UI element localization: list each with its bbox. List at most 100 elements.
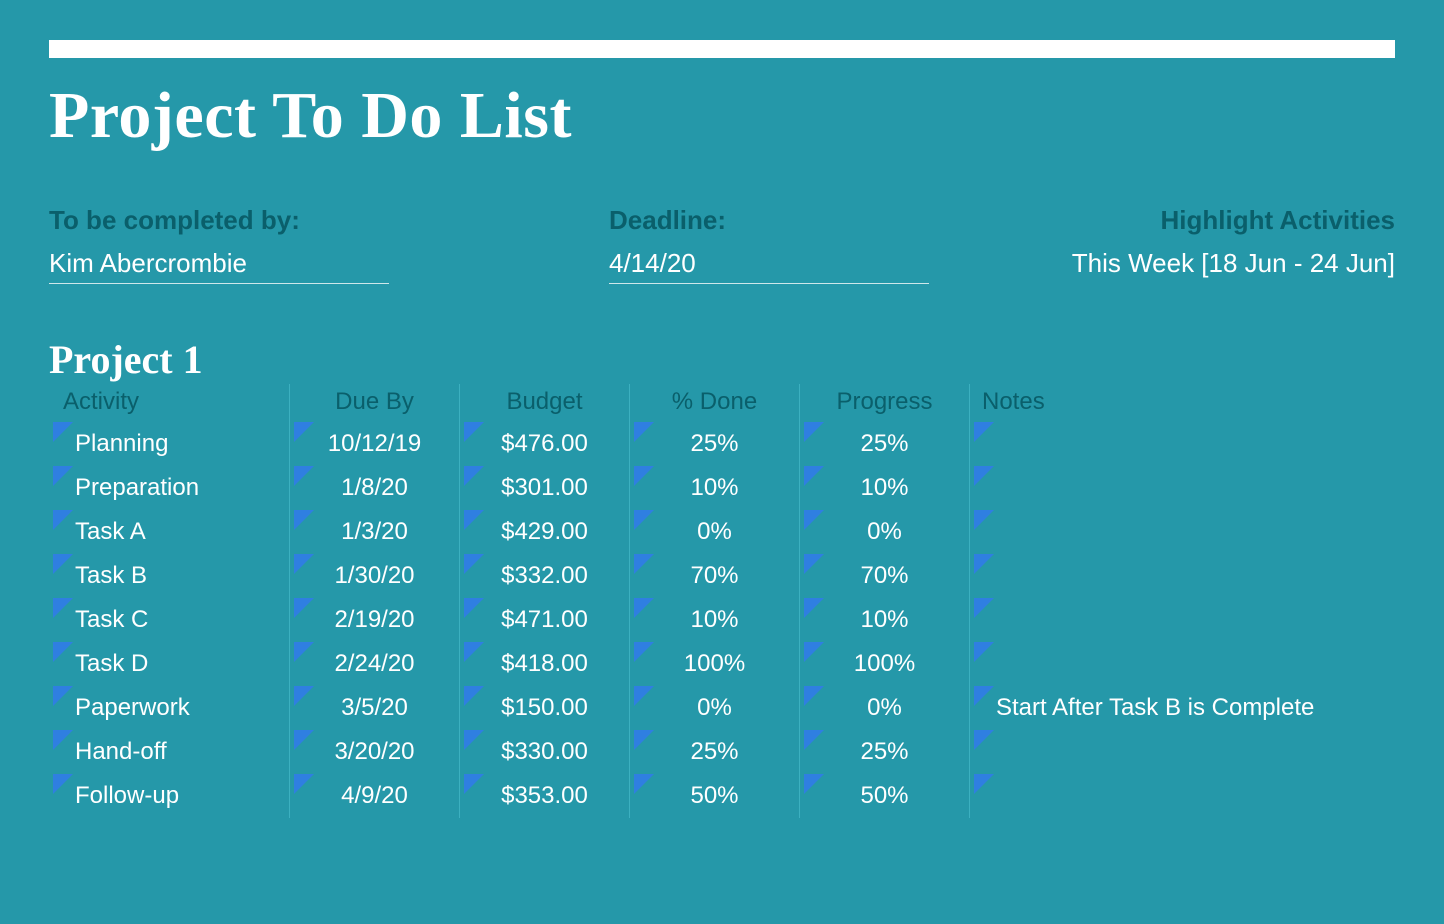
cell-marker-icon <box>294 642 314 662</box>
project-heading: Project 1 <box>49 336 203 383</box>
cell-activity[interactable]: Task B <box>49 554 289 598</box>
cell-percent-done[interactable]: 0% <box>629 510 799 554</box>
cell-notes[interactable] <box>969 422 1409 466</box>
cell-progress[interactable]: 0% <box>799 686 969 730</box>
cell-marker-icon <box>294 510 314 530</box>
cell-percent-done[interactable]: 25% <box>629 730 799 774</box>
cell-notes[interactable] <box>969 774 1409 818</box>
cell-budget-value: $150.00 <box>501 694 588 722</box>
deadline-value[interactable]: 4/14/20 <box>609 248 929 284</box>
cell-notes[interactable] <box>969 642 1409 686</box>
cell-activity[interactable]: Hand-off <box>49 730 289 774</box>
cell-due-by[interactable]: 3/20/20 <box>289 730 459 774</box>
cell-budget-value: $471.00 <box>501 606 588 634</box>
cell-budget[interactable]: $429.00 <box>459 510 629 554</box>
cell-marker-icon <box>634 510 654 530</box>
cell-activity[interactable]: Task D <box>49 642 289 686</box>
cell-marker-icon <box>804 422 824 442</box>
cell-marker-icon <box>974 774 994 794</box>
cell-notes[interactable] <box>969 466 1409 510</box>
cell-notes[interactable] <box>969 554 1409 598</box>
cell-activity[interactable]: Task A <box>49 510 289 554</box>
cell-due-by[interactable]: 4/9/20 <box>289 774 459 818</box>
cell-percent-done[interactable]: 0% <box>629 686 799 730</box>
cell-percent-done[interactable]: 50% <box>629 774 799 818</box>
cell-progress[interactable]: 50% <box>799 774 969 818</box>
cell-budget[interactable]: $418.00 <box>459 642 629 686</box>
cell-marker-icon <box>464 686 484 706</box>
cell-budget[interactable]: $330.00 <box>459 730 629 774</box>
cell-progress[interactable]: 25% <box>799 730 969 774</box>
cell-percent-done[interactable]: 10% <box>629 598 799 642</box>
cell-due-by[interactable]: 10/12/19 <box>289 422 459 466</box>
cell-due-by[interactable]: 3/5/20 <box>289 686 459 730</box>
cell-notes[interactable] <box>969 730 1409 774</box>
cell-marker-icon <box>974 598 994 618</box>
cell-budget-value: $353.00 <box>501 782 588 810</box>
cell-percent-done[interactable]: 25% <box>629 422 799 466</box>
cell-due-by[interactable]: 1/8/20 <box>289 466 459 510</box>
col-notes: Notes <box>982 388 1045 416</box>
cell-budget-value: $476.00 <box>501 430 588 458</box>
cell-marker-icon <box>804 510 824 530</box>
cell-percent-done-value: 25% <box>690 738 738 766</box>
highlight-activities-value: This Week [18 Jun - 24 Jun] <box>1009 248 1395 279</box>
cell-progress-value: 0% <box>867 518 902 546</box>
cell-activity-value: Preparation <box>75 474 199 502</box>
meta-row: To be completed by: Kim Abercrombie Dead… <box>0 205 1444 284</box>
cell-budget[interactable]: $301.00 <box>459 466 629 510</box>
cell-activity[interactable]: Preparation <box>49 466 289 510</box>
cell-due-by[interactable]: 1/3/20 <box>289 510 459 554</box>
cell-progress[interactable]: 70% <box>799 554 969 598</box>
table-row: Follow-up4/9/20 $353.00 50%50% <box>49 774 1395 818</box>
cell-progress[interactable]: 10% <box>799 598 969 642</box>
cell-budget[interactable]: $150.00 <box>459 686 629 730</box>
table-header-row: Activity Due By Budget % Done Progress N… <box>49 384 1395 422</box>
cell-percent-done-value: 25% <box>690 430 738 458</box>
cell-due-by[interactable]: 1/30/20 <box>289 554 459 598</box>
cell-marker-icon <box>974 422 994 442</box>
cell-activity[interactable]: Planning <box>49 422 289 466</box>
cell-activity[interactable]: Task C <box>49 598 289 642</box>
cell-budget[interactable]: $471.00 <box>459 598 629 642</box>
cell-progress-value: 25% <box>860 430 908 458</box>
cell-marker-icon <box>53 510 73 530</box>
cell-marker-icon <box>804 686 824 706</box>
cell-marker-icon <box>53 730 73 750</box>
task-table: Activity Due By Budget % Done Progress N… <box>49 384 1395 818</box>
cell-budget[interactable]: $332.00 <box>459 554 629 598</box>
cell-progress[interactable]: 10% <box>799 466 969 510</box>
cell-due-by-value: 3/20/20 <box>334 738 414 766</box>
cell-due-by[interactable]: 2/24/20 <box>289 642 459 686</box>
cell-due-by-value: 1/8/20 <box>341 474 408 502</box>
cell-progress-value: 10% <box>860 606 908 634</box>
cell-marker-icon <box>634 730 654 750</box>
cell-marker-icon <box>974 510 994 530</box>
cell-progress[interactable]: 0% <box>799 510 969 554</box>
cell-budget[interactable]: $476.00 <box>459 422 629 466</box>
cell-marker-icon <box>53 554 73 574</box>
cell-activity[interactable]: Paperwork <box>49 686 289 730</box>
cell-progress[interactable]: 25% <box>799 422 969 466</box>
cell-due-by[interactable]: 2/19/20 <box>289 598 459 642</box>
cell-percent-done[interactable]: 70% <box>629 554 799 598</box>
page-title: Project To Do List <box>49 78 572 154</box>
cell-percent-done[interactable]: 10% <box>629 466 799 510</box>
cell-marker-icon <box>464 510 484 530</box>
cell-budget[interactable]: $353.00 <box>459 774 629 818</box>
cell-marker-icon <box>974 686 994 706</box>
cell-percent-done[interactable]: 100% <box>629 642 799 686</box>
cell-progress-value: 10% <box>860 474 908 502</box>
cell-notes[interactable]: Start After Task B is Complete <box>969 686 1409 730</box>
col-progress: Progress <box>836 388 932 416</box>
table-row: Preparation1/8/20$301.0010%10% <box>49 466 1395 510</box>
cell-notes[interactable] <box>969 598 1409 642</box>
cell-notes[interactable] <box>969 510 1409 554</box>
completed-by-value[interactable]: Kim Abercrombie <box>49 248 389 284</box>
cell-activity-value: Task C <box>75 606 148 634</box>
cell-progress[interactable]: 100% <box>799 642 969 686</box>
cell-marker-icon <box>294 730 314 750</box>
cell-activity[interactable]: Follow-up <box>49 774 289 818</box>
cell-marker-icon <box>53 686 73 706</box>
cell-activity-value: Task D <box>75 650 148 678</box>
